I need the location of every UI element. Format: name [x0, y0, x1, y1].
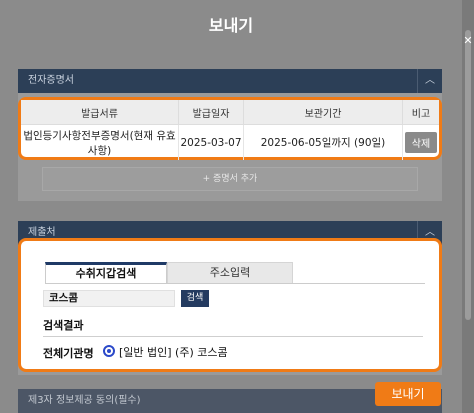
recipient-tabs: 수취지갑검색 주소입력	[45, 262, 425, 284]
delete-button[interactable]: 삭제	[404, 132, 438, 153]
third-party-consent-title: 제3자 정보제공 동의(필수)	[28, 395, 141, 406]
column-header-date: 발급일자	[178, 100, 244, 125]
certificate-section-header[interactable]: 전자증명서 ︿	[18, 69, 442, 93]
add-certificate-button[interactable]: + 증명서 추가	[42, 167, 418, 191]
search-button[interactable]: 검색	[181, 290, 209, 307]
cell-doc: 법인등기사항전부증명서(현재 유효사항)	[21, 124, 179, 160]
recipient-section-title: 제출처	[28, 227, 56, 238]
send-button[interactable]: 보내기	[375, 382, 441, 406]
chevron-up-icon[interactable]: ︿	[417, 69, 442, 93]
recipient-card: 수취지갑검색 주소입력 코스콤 검색 검색결과 전체기관명 [일반 법인] (주…	[18, 238, 442, 372]
send-dialog: 보내기 전자증명서 ︿ 발급서류 발급일자 보관기간 비고 법인등기사항전부증명…	[0, 0, 462, 413]
result-divider	[43, 336, 423, 337]
certificate-table-card: 발급서류 발급일자 보관기간 비고 법인등기사항전부증명서(현재 유효사항) 2…	[18, 97, 442, 160]
certificate-section-title: 전자증명서	[28, 75, 74, 86]
table-row: 법인등기사항전부증명서(현재 유효사항) 2025-03-07 2025-06-…	[21, 124, 440, 161]
org-radio-button[interactable]	[103, 345, 115, 357]
certificate-table: 발급서류 발급일자 보관기간 비고 법인등기사항전부증명서(현재 유효사항) 2…	[21, 100, 439, 160]
dialog-title: 보내기	[208, 16, 254, 35]
search-result-label: 검색결과	[43, 319, 84, 332]
scrollbar-thumb[interactable]	[465, 30, 471, 320]
search-input[interactable]: 코스콤	[43, 290, 175, 307]
tab-address-input[interactable]: 주소입력	[167, 262, 293, 284]
tab-wallet-search[interactable]: 수취지갑검색	[45, 262, 167, 284]
column-header-period: 보관기간	[243, 100, 403, 125]
cell-note: 삭제	[403, 125, 440, 161]
column-header-doc: 발급서류	[21, 100, 179, 125]
org-name-value[interactable]: [일반 법인] (주) 코스콤	[119, 344, 228, 360]
tab-divider	[45, 283, 425, 284]
cell-period: 2025-06-05일까지 (90일)	[243, 124, 403, 160]
scrollbar[interactable]	[462, 0, 474, 413]
column-header-note: 비고	[402, 100, 439, 125]
cell-date: 2025-03-07	[178, 124, 244, 160]
org-name-label: 전체기관명	[43, 347, 94, 360]
close-icon[interactable]: ✕	[462, 34, 474, 48]
